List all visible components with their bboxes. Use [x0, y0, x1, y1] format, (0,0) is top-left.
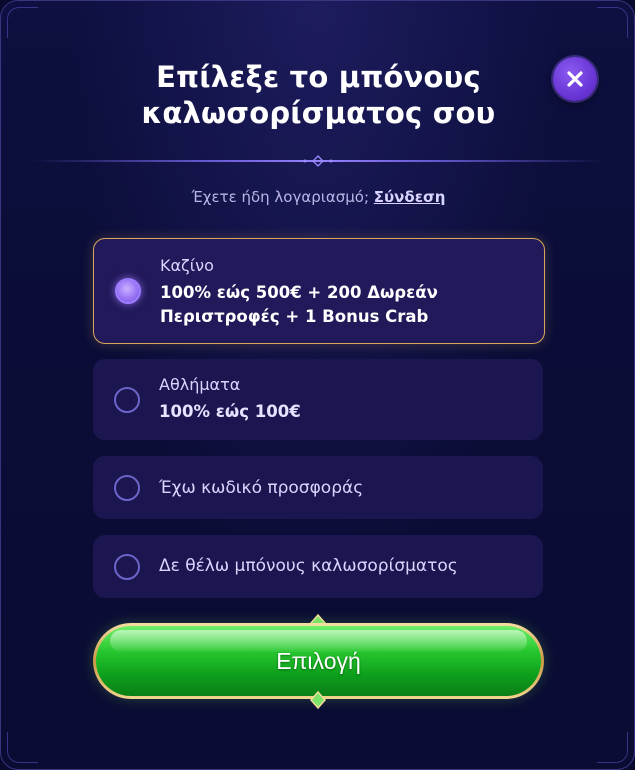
option-casino-desc: 100% εώς 500€ + 200 Δωρεάν Περιστροφές +… — [160, 281, 438, 329]
option-promo-code-label: Έχω κωδικό προσφοράς — [159, 478, 364, 498]
login-link[interactable]: Σύνδεση — [374, 188, 446, 206]
radio-button[interactable] — [114, 554, 140, 580]
bonus-selection-modal: Επίλεξε το μπόνους καλωσορίσματος σου Έχ… — [0, 0, 635, 770]
option-sports[interactable]: Αθλήματα 100% εώς 100€ — [93, 359, 543, 440]
gem-bottom-icon — [310, 691, 326, 709]
corner-ornament — [7, 732, 38, 763]
radio-button[interactable] — [114, 475, 140, 501]
select-button[interactable]: Επιλογή — [96, 626, 541, 696]
radio-button[interactable] — [114, 387, 140, 413]
option-promo-code[interactable]: Έχω κωδικό προσφοράς — [93, 456, 543, 519]
close-button[interactable] — [553, 57, 597, 101]
close-icon — [567, 71, 583, 87]
option-no-bonus-label: Δε θέλω μπόνους καλωσορίσματος — [159, 556, 458, 576]
select-button-label: Επιλογή — [276, 647, 361, 674]
corner-ornament — [7, 7, 38, 38]
corner-ornament — [597, 732, 628, 763]
option-casino[interactable]: Καζίνο 100% εώς 500€ + 200 Δωρεάν Περιστ… — [93, 238, 545, 344]
option-sports-desc: 100% εώς 100€ — [159, 402, 301, 421]
radio-button-selected[interactable] — [115, 278, 141, 304]
select-button-frame: Επιλογή — [93, 623, 544, 699]
option-casino-desc-line2: Περιστροφές + 1 Bonus Crab — [160, 307, 429, 326]
modal-title: Επίλεξε το μπόνους καλωσορίσματος σου — [121, 59, 516, 131]
modal-title-line2: καλωσορίσματος σου — [141, 96, 496, 130]
diamond-ornament-icon — [303, 155, 333, 167]
option-sports-label: Αθλήματα — [159, 375, 241, 394]
login-prompt: Έχετε ήδη λογαριασμό; Σύνδεση — [1, 188, 634, 206]
login-prompt-text: Έχετε ήδη λογαριασμό; — [191, 188, 370, 206]
option-casino-label: Καζίνο — [160, 256, 214, 275]
option-casino-desc-line1: 100% εώς 500€ + 200 Δωρεάν — [160, 283, 438, 302]
modal-title-line1: Επίλεξε το μπόνους — [156, 60, 481, 94]
corner-ornament — [597, 7, 628, 38]
option-no-bonus[interactable]: Δε θέλω μπόνους καλωσορίσματος — [93, 535, 543, 598]
